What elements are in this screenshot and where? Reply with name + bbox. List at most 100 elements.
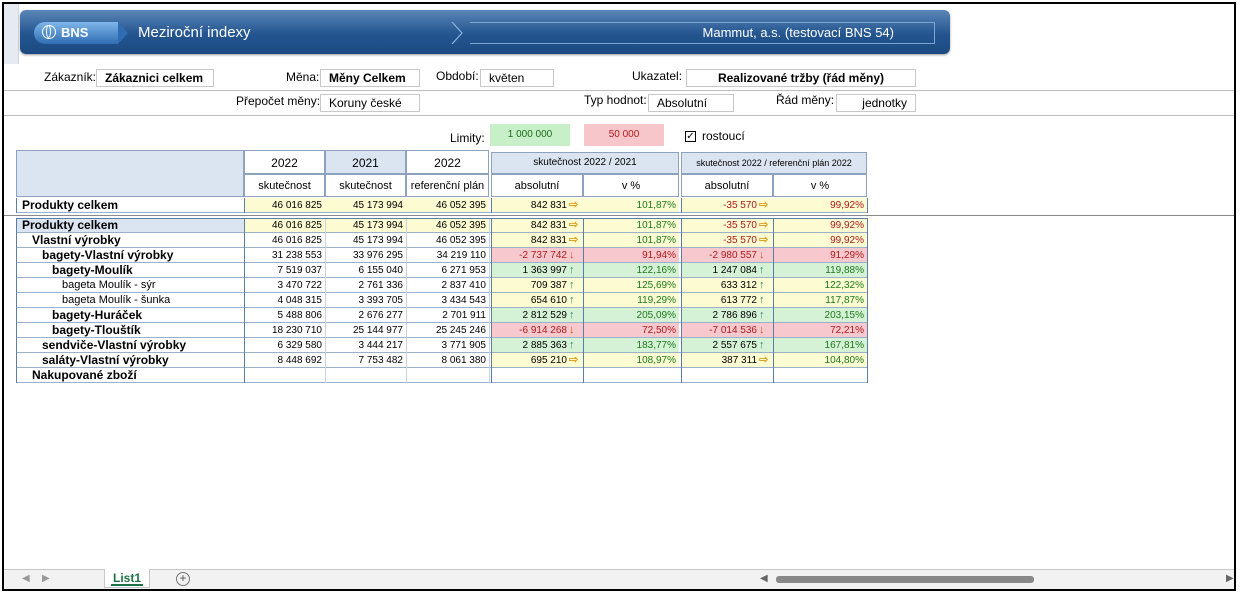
absolute-diff-cell[interactable] xyxy=(491,368,583,383)
scroll-right-icon[interactable]: ▶ xyxy=(1226,573,1234,584)
percent-cell[interactable]: 91,29% xyxy=(773,248,867,263)
value-cell-c1[interactable]: 31 238 553 xyxy=(244,248,325,263)
column-border xyxy=(16,218,17,383)
header-corner xyxy=(16,150,244,197)
up-arrow-icon: ↑ xyxy=(569,309,575,321)
value-cell-c1[interactable]: 5 488 806 xyxy=(244,308,325,323)
period-label: Období: xyxy=(436,69,479,83)
value-cell-c3[interactable]: 46 052 395 xyxy=(406,233,489,248)
percent-cell[interactable]: 101,87% xyxy=(583,233,679,248)
value-cell-c3[interactable]: 34 219 110 xyxy=(406,248,489,263)
value-cell-c3[interactable] xyxy=(406,368,489,383)
row-label: Vlastní výrobky xyxy=(16,233,244,248)
percent-cell[interactable]: 72,50% xyxy=(583,323,679,338)
percent-cell[interactable]: 119,29% xyxy=(583,293,679,308)
percent-cell[interactable]: 108,97% xyxy=(583,353,679,368)
right-arrow-icon: ⇨ xyxy=(759,219,769,231)
up-arrow-icon: ↑ xyxy=(759,279,765,291)
value-cell-c2[interactable]: 3 444 217 xyxy=(325,338,406,353)
right-arrow-icon: ⇨ xyxy=(569,199,579,211)
percent-cell[interactable]: 104,80% xyxy=(773,353,867,368)
value-cell-c3[interactable]: 2 701 911 xyxy=(406,308,489,323)
percent-cell[interactable]: 125,69% xyxy=(583,278,679,293)
customer-select[interactable]: Zákaznici celkem xyxy=(96,69,214,87)
column-border xyxy=(867,218,868,383)
column-border xyxy=(583,218,584,383)
value-type-select[interactable]: Absolutní xyxy=(648,94,734,112)
row-label: sendviče-Vlastní výrobky xyxy=(16,338,244,353)
header-year-2022-plan: 2022 xyxy=(406,150,489,174)
horizontal-scrollbar[interactable] xyxy=(776,576,1034,583)
value-cell-c1[interactable]: 46 016 825 xyxy=(244,218,325,233)
value-cell-c3[interactable]: 3 434 543 xyxy=(406,293,489,308)
report-title: Meziroční indexy xyxy=(138,24,251,41)
value-cell-c2[interactable]: 7 753 482 xyxy=(325,353,406,368)
absolute-diff-cell[interactable] xyxy=(681,368,773,383)
percent-cell[interactable] xyxy=(773,368,867,383)
column-border xyxy=(681,198,682,213)
percent-cell[interactable]: 203,15% xyxy=(773,308,867,323)
add-sheet-icon[interactable]: + xyxy=(176,572,190,586)
value-cell-c1[interactable]: 8 448 692 xyxy=(244,353,325,368)
sheet-tab-list1[interactable]: List1 xyxy=(104,569,150,588)
period-select[interactable]: květen xyxy=(480,69,554,87)
value-cell-c3[interactable]: 3 771 905 xyxy=(406,338,489,353)
prev-sheet-icon[interactable]: ◀ xyxy=(22,573,30,584)
percent-cell[interactable]: 183,77% xyxy=(583,338,679,353)
sheet-tab-bar: ◀ ▶ List1 + ◀ ▶ xyxy=(4,569,1234,589)
value-cell-c2[interactable]: 2 761 336 xyxy=(325,278,406,293)
value-cell-c1[interactable]: 3 470 722 xyxy=(244,278,325,293)
percent-cell[interactable]: 122,32% xyxy=(773,278,867,293)
percent-cell[interactable] xyxy=(583,368,679,383)
value-cell-c2[interactable]: 2 676 277 xyxy=(325,308,406,323)
next-sheet-icon[interactable]: ▶ xyxy=(42,573,50,584)
value-cell-c2[interactable]: 6 155 040 xyxy=(325,263,406,278)
value-cell-c1[interactable] xyxy=(244,368,325,383)
header-group-actual-vs-prev: skutečnost 2022 / 2021 xyxy=(491,152,679,174)
column-border xyxy=(681,218,682,383)
value-cell-c1[interactable]: 4 048 315 xyxy=(244,293,325,308)
value-cell-c2[interactable] xyxy=(325,368,406,383)
value-cell-c1[interactable]: 6 329 580 xyxy=(244,338,325,353)
column-border xyxy=(489,218,490,383)
scroll-left-icon[interactable]: ◀ xyxy=(760,573,768,584)
value-cell-c2[interactable]: 25 144 977 xyxy=(325,323,406,338)
value-cell-c2[interactable]: 45 173 994 xyxy=(325,218,406,233)
value-cell-c2[interactable]: 45 173 994 xyxy=(325,233,406,248)
value-cell-c1[interactable]: 18 230 710 xyxy=(244,323,325,338)
value-cell-c1[interactable]: 46 016 825 xyxy=(244,233,325,248)
percent-cell[interactable]: 72,21% xyxy=(773,323,867,338)
indicator-select[interactable]: Realizované tržby (řád měny) xyxy=(686,69,916,87)
percent-cell[interactable]: 117,87% xyxy=(773,293,867,308)
value-cell-c2[interactable]: 3 393 705 xyxy=(325,293,406,308)
percent-cell[interactable]: 99,92% xyxy=(773,218,867,233)
percent-cell[interactable]: 119,88% xyxy=(773,263,867,278)
value-cell-c3[interactable]: 46 052 395 xyxy=(406,218,489,233)
currency-order-label: Řád měny: xyxy=(776,93,835,107)
percent-cell[interactable]: 101,87% xyxy=(583,198,679,213)
right-arrow-icon: ⇨ xyxy=(759,354,769,366)
percent-cell[interactable]: 101,87% xyxy=(583,218,679,233)
percent-cell[interactable]: 167,81% xyxy=(773,338,867,353)
percent-cell[interactable]: 122,16% xyxy=(583,263,679,278)
percent-cell[interactable]: 99,92% xyxy=(773,233,867,248)
currency-select[interactable]: Měny Celkem xyxy=(320,69,420,87)
rising-checkbox[interactable]: ✓ xyxy=(685,131,696,142)
percent-cell[interactable]: 205,09% xyxy=(583,308,679,323)
green-limit-input[interactable]: 1 000 000 xyxy=(490,124,570,146)
column-border xyxy=(491,198,492,213)
value-cell-c3[interactable]: 6 271 953 xyxy=(406,263,489,278)
value-cell-c3[interactable]: 46 052 395 xyxy=(406,198,489,213)
red-limit-input[interactable]: 50 000 xyxy=(584,124,664,146)
percent-cell[interactable]: 91,94% xyxy=(583,248,679,263)
value-cell-c1[interactable]: 46 016 825 xyxy=(244,198,325,213)
value-cell-c3[interactable]: 25 245 246 xyxy=(406,323,489,338)
currency-order-select[interactable]: jednotky xyxy=(836,94,916,112)
value-cell-c2[interactable]: 33 976 295 xyxy=(325,248,406,263)
conversion-select[interactable]: Koruny české xyxy=(320,94,420,112)
value-cell-c3[interactable]: 8 061 380 xyxy=(406,353,489,368)
value-cell-c1[interactable]: 7 519 037 xyxy=(244,263,325,278)
percent-cell[interactable]: 99,92% xyxy=(773,198,867,213)
value-cell-c3[interactable]: 2 837 410 xyxy=(406,278,489,293)
value-cell-c2[interactable]: 45 173 994 xyxy=(325,198,406,213)
